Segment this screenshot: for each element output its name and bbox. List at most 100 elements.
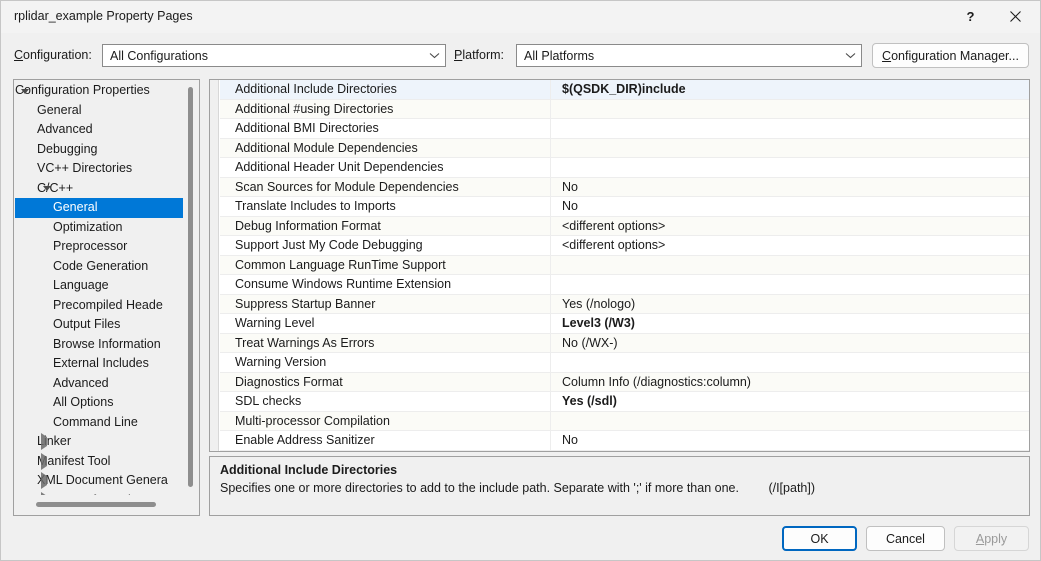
tree-item-c-c[interactable]: C/C++ [15,179,184,199]
configuration-tree[interactable]: Configuration Properties General Advanced D… [15,81,184,496]
property-row[interactable]: Treat Warnings As Errors No (/WX-) [220,333,1029,353]
property-value[interactable] [551,412,1029,431]
property-grid-gutter [210,80,219,451]
tree-item-debugging[interactable]: Debugging [15,140,184,160]
property-value[interactable] [551,275,1029,294]
tree-item-precompiled-heade[interactable]: Precompiled Heade [15,296,184,316]
tree-item-vc-directories[interactable]: VC++ Directories [15,159,184,179]
property-value[interactable]: <different options> [551,217,1029,236]
tree-item-code-generation[interactable]: Code Generation [15,257,184,277]
property-row[interactable]: Diagnostics Format Column Info (/diagnost… [220,372,1029,392]
chevron-right-icon[interactable] [39,452,55,472]
property-row[interactable]: Additional #using Directories [220,99,1029,119]
platform-dropdown[interactable]: All Platforms [516,44,862,67]
property-row[interactable]: Warning Level Level3 (/W3) [220,314,1029,334]
property-value[interactable]: Yes (/sdl) [551,392,1029,411]
property-row[interactable]: Debug Information Format <different optio… [220,216,1029,236]
tree-item-label: XML Document Genera [37,473,168,487]
property-pages-dialog: rplidar_example Property Pages ? Configu… [0,0,1041,561]
tree-item-general[interactable]: General [15,198,184,218]
tree-item-linker[interactable]: Linker [15,432,184,452]
tree-horizontal-scrollbar[interactable] [15,495,184,514]
tree-item-all-options[interactable]: All Options [15,393,184,413]
property-value[interactable] [551,353,1029,372]
tree-vertical-scrollbar-thumb[interactable] [188,87,193,487]
description-panel: Additional Include Directories Specifies… [209,456,1030,516]
property-value[interactable] [551,139,1029,158]
cancel-label: Cancel [886,531,925,546]
tree-item-advanced[interactable]: Advanced [15,120,184,140]
property-value[interactable]: No [551,178,1029,197]
property-value[interactable]: Level3 (/W3) [551,314,1029,333]
tree-item-label: General [37,102,82,117]
property-row[interactable]: Common Language RunTime Support [220,255,1029,275]
property-row[interactable]: Suppress Startup Banner Yes (/nologo) [220,294,1029,314]
chevron-down-icon[interactable] [17,81,33,101]
tree-item-language[interactable]: Language [15,276,184,296]
chevron-down-icon[interactable] [39,179,55,199]
configuration-value: All Configurations [110,48,208,63]
tree-item-label: Debugging [37,141,98,156]
cancel-button[interactable]: Cancel [866,526,945,551]
property-value[interactable]: No [551,197,1029,216]
tree-item-external-includes[interactable]: External Includes [15,354,184,374]
configuration-label: Configuration: [14,48,92,62]
close-button[interactable] [993,1,1038,32]
property-row[interactable]: Enable Address Sanitizer No [220,431,1029,451]
tree-item-label: Advanced [53,375,109,390]
property-row[interactable]: Additional BMI Directories [220,119,1029,139]
property-name: Additional Header Unit Dependencies [220,158,551,177]
property-value[interactable] [551,100,1029,119]
tree-item-advanced[interactable]: Advanced [15,374,184,394]
property-row[interactable]: Warning Version [220,353,1029,373]
tree-item-optimization[interactable]: Optimization [15,218,184,238]
question-mark-icon: ? [966,9,975,24]
property-row[interactable]: Additional Module Dependencies [220,138,1029,158]
tree-item-general[interactable]: General [15,101,184,121]
property-name: Scan Sources for Module Dependencies [220,177,551,196]
tree-item-label: Advanced [37,122,93,136]
configuration-manager-button[interactable]: Configuration Manager... [872,43,1029,68]
help-button[interactable]: ? [948,1,993,32]
property-value[interactable]: No [551,431,1029,450]
chevron-right-icon[interactable] [39,432,55,452]
property-value[interactable] [551,158,1029,177]
property-row[interactable]: Multi-processor Compilation [220,411,1029,431]
platform-value: All Platforms [524,48,595,63]
property-name: Debug Information Format [220,216,551,235]
property-value[interactable]: Yes (/nologo) [551,295,1029,314]
property-value[interactable]: No (/WX-) [551,334,1029,353]
property-name: Additional BMI Directories [220,119,551,138]
ok-button[interactable]: OK [782,526,857,551]
tree-item-configuration-properties[interactable]: Configuration Properties [15,81,184,101]
property-row[interactable]: Additional Header Unit Dependencies [220,158,1029,178]
property-value[interactable] [551,256,1029,275]
property-row[interactable]: Additional Include Directories $(QSDK_DIR… [220,80,1029,100]
property-value[interactable]: $(QSDK_DIR)include [551,80,1029,99]
property-row[interactable]: SDL checks Yes (/sdl) [220,392,1029,412]
tree-item-command-line[interactable]: Command Line [15,413,184,433]
property-row[interactable]: Support Just My Code Debugging <different… [220,236,1029,256]
platform-label: Platform: [454,48,505,62]
tree-item-output-files[interactable]: Output Files [15,315,184,335]
property-value[interactable]: <different options> [551,236,1029,255]
tree-vertical-scrollbar[interactable] [183,81,198,496]
tree-item-xml-document-genera[interactable]: XML Document Genera [15,471,184,491]
tree-item-browse-information[interactable]: Browse Information [15,335,184,355]
apply-button[interactable]: Apply [954,526,1029,551]
description-switch: (/I[path]) [768,481,815,495]
tree-item-label: Code Generation [53,258,149,273]
property-grid-rows[interactable]: Additional Include Directories $(QSDK_DIR… [220,80,1029,451]
tree-item-label: Language [53,278,109,292]
tree-item-preprocessor[interactable]: Preprocessor [15,237,184,257]
property-value[interactable] [551,119,1029,138]
configuration-dropdown[interactable]: All Configurations [102,44,446,67]
property-row[interactable]: Consume Windows Runtime Extension [220,275,1029,295]
chevron-right-icon[interactable] [39,471,55,491]
property-row[interactable]: Translate Includes to Imports No [220,197,1029,217]
tree-horizontal-scrollbar-thumb[interactable] [36,502,156,507]
property-row[interactable]: Scan Sources for Module Dependencies No [220,177,1029,197]
property-value[interactable]: Column Info (/diagnostics:column) [551,373,1029,392]
tree-item-manifest-tool[interactable]: Manifest Tool [15,452,184,472]
property-name: Support Just My Code Debugging [220,236,551,255]
